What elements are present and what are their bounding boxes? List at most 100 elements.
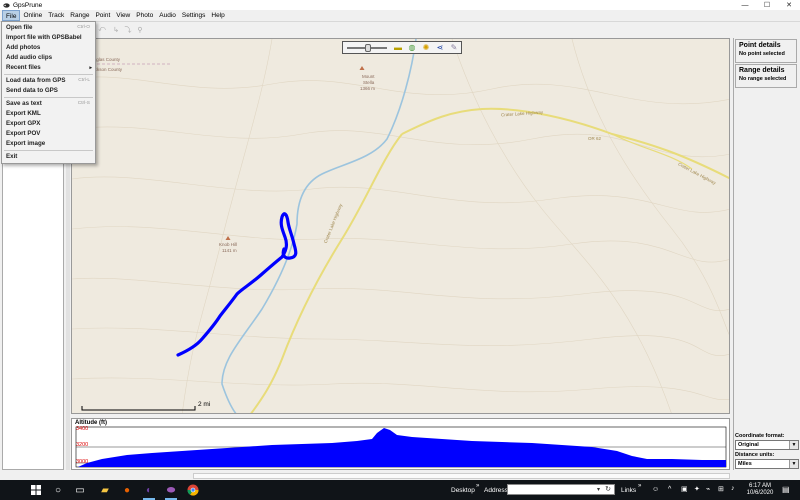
file-explorer-icon[interactable]: ▰ — [98, 483, 112, 497]
peak2-name: Knob Hill — [219, 242, 238, 247]
peak1-elevation: 1366 m — [360, 86, 376, 91]
waypoint-toggle-icon[interactable]: ✺ — [421, 43, 431, 53]
altitude-label-3200: 3200 — [76, 442, 89, 448]
altitude-profile[interactable]: Altitude (ft) 3400 3200 3000 — [71, 418, 730, 470]
toolbar: ⤺ ↳ ⤵ ⚲ — [0, 22, 800, 38]
menu-load-gps-label: Load data from GPS — [6, 77, 66, 84]
menu-exit[interactable]: Exit — [2, 152, 95, 162]
chevron-down-icon: ▼ — [789, 460, 798, 468]
map-controls: ▬ ◍ ✺ ⋖ ✎ — [342, 41, 462, 54]
menu-settings[interactable]: Settings — [179, 10, 209, 21]
map-view[interactable]: Douglas County Jackson County Mount Stel… — [71, 38, 730, 414]
distance-units-select[interactable]: Miles ▼ — [735, 459, 799, 469]
search-icon[interactable]: ○ — [51, 483, 65, 497]
menu-recent-files-label: Recent files — [6, 64, 41, 71]
distance-units-value: Miles — [738, 461, 752, 467]
menu-add-audio-label: Add audio clips — [6, 54, 53, 61]
range-details-value: No range selected — [739, 76, 787, 82]
menu-view[interactable]: View — [113, 10, 133, 21]
peak1-name: Mount — [362, 74, 375, 79]
connect-points-icon[interactable]: ⋖ — [435, 43, 445, 53]
menu-online[interactable]: Online — [20, 10, 45, 21]
menu-range[interactable]: Range — [67, 10, 92, 21]
altitude-label-3000: 3000 — [76, 459, 89, 465]
point-details-value: No point selected — [739, 51, 785, 57]
taskbar-clock[interactable]: 6:17 AM 10/6/2020 — [744, 483, 776, 497]
address-input[interactable]: ▾ ↻ — [507, 484, 615, 495]
dropbox-icon[interactable]: ✦ — [694, 485, 700, 493]
show-hidden-icons[interactable]: ^ — [668, 486, 671, 493]
address-toolbar-label: Address — [484, 487, 508, 494]
range-details-title: Range details — [739, 67, 785, 74]
menu-send-gps-label: Send data to GPS — [6, 87, 58, 94]
menu-exit-label: Exit — [6, 153, 18, 160]
expand-chevron-icon[interactable]: » — [638, 483, 641, 489]
links-toolbar-label[interactable]: Links — [621, 487, 636, 494]
peak2-elevation: 1141 m — [222, 248, 237, 253]
desktop-toolbar-label[interactable]: Desktop — [451, 487, 475, 494]
menu-point[interactable]: Point — [92, 10, 113, 21]
coord-format-label: Coordinate format: — [735, 433, 785, 439]
windows-start-icon[interactable] — [29, 483, 43, 497]
profile-chart — [75, 426, 727, 468]
volume-icon[interactable]: ♪ — [731, 485, 735, 492]
gpsprune-taskbar-icon[interactable]: ⬬ — [164, 483, 178, 500]
submenu-arrow-icon: ▸ — [89, 65, 92, 71]
menu-separator — [4, 97, 93, 98]
menu-export-kml[interactable]: Export KML — [2, 109, 95, 119]
maximize-button[interactable]: ☐ — [756, 0, 778, 10]
scale-bar-label: 2 mi — [198, 401, 211, 408]
clock-date: 10/6/2020 — [746, 490, 774, 496]
network-icon[interactable]: ▣ — [681, 485, 688, 493]
point-details-box: Point details No point selected — [735, 39, 797, 63]
notifications-icon[interactable]: ▤ — [782, 485, 790, 494]
menu-export-pov[interactable]: Export POV — [2, 129, 95, 139]
menu-send-gps[interactable]: Send data to GPS — [2, 86, 95, 96]
peak1-name2: Stella — [363, 80, 375, 85]
map-layer-icon[interactable]: ◍ — [407, 43, 417, 53]
menu-save-text[interactable]: Save as text Ctrl-S — [2, 99, 95, 109]
expand-chevron-icon[interactable]: » — [476, 483, 479, 489]
menu-help[interactable]: Help — [208, 10, 227, 21]
menu-open-file[interactable]: Open file Ctrl-O — [2, 23, 95, 33]
delete-point-icon[interactable]: ⤵ — [122, 24, 134, 36]
zoom-slider-thumb[interactable] — [365, 44, 371, 52]
menu-export-gpx[interactable]: Export GPX — [2, 119, 95, 129]
address-dropdown-icon[interactable]: ▾ — [597, 486, 600, 493]
task-view-icon[interactable]: ▭ — [73, 483, 87, 497]
menu-export-image[interactable]: Export image — [2, 139, 95, 149]
right-panel: Point details No point selected Range de… — [733, 38, 800, 470]
chrome-icon[interactable] — [186, 483, 200, 497]
title-bar: GpsPrune — ☐ ✕ — [0, 0, 800, 10]
close-button[interactable]: ✕ — [778, 0, 800, 10]
chevron-down-icon: ▼ — [789, 441, 798, 449]
menu-track[interactable]: Track — [45, 10, 67, 21]
refresh-icon[interactable]: ↻ — [605, 485, 611, 493]
usb-icon[interactable]: ⌁ — [706, 485, 710, 493]
connect-icon[interactable]: ⚲ — [134, 24, 146, 36]
scale-toggle-icon[interactable]: ▬ — [393, 43, 403, 53]
menu-import-gpsbabel-label: Import file with GPSBabel — [6, 34, 82, 41]
people-icon[interactable]: ☺ — [652, 486, 659, 493]
firefox-icon[interactable]: ● — [120, 483, 134, 497]
undo-icon[interactable]: ⤺ — [96, 24, 108, 36]
ethernet-icon[interactable]: ⊞ — [718, 485, 724, 493]
range-details-box: Range details No range selected — [735, 64, 797, 88]
menu-add-photos-label: Add photos — [6, 44, 41, 51]
menu-audio[interactable]: Audio — [156, 10, 179, 21]
edit-mode-icon[interactable]: ✎ — [449, 43, 459, 53]
menu-open-file-shortcut: Ctrl-O — [77, 25, 90, 30]
menu-export-kml-label: Export KML — [6, 110, 41, 117]
menu-import-gpsbabel[interactable]: Import file with GPSBabel — [2, 33, 95, 43]
eclipse-icon[interactable]: ◐ — [142, 483, 156, 500]
menu-add-photos[interactable]: Add photos — [2, 43, 95, 53]
menu-recent-files[interactable]: Recent files ▸ — [2, 63, 95, 73]
menu-photo[interactable]: Photo — [133, 10, 156, 21]
menu-load-gps[interactable]: Load data from GPS Ctrl-L — [2, 76, 95, 86]
minimize-button[interactable]: — — [734, 0, 756, 10]
point-details-title: Point details — [739, 42, 781, 49]
edit-point-icon[interactable]: ↳ — [110, 24, 122, 36]
menu-file[interactable]: File — [2, 10, 21, 21]
menu-add-audio[interactable]: Add audio clips — [2, 53, 95, 63]
coord-format-select[interactable]: Original ▼ — [735, 440, 799, 450]
